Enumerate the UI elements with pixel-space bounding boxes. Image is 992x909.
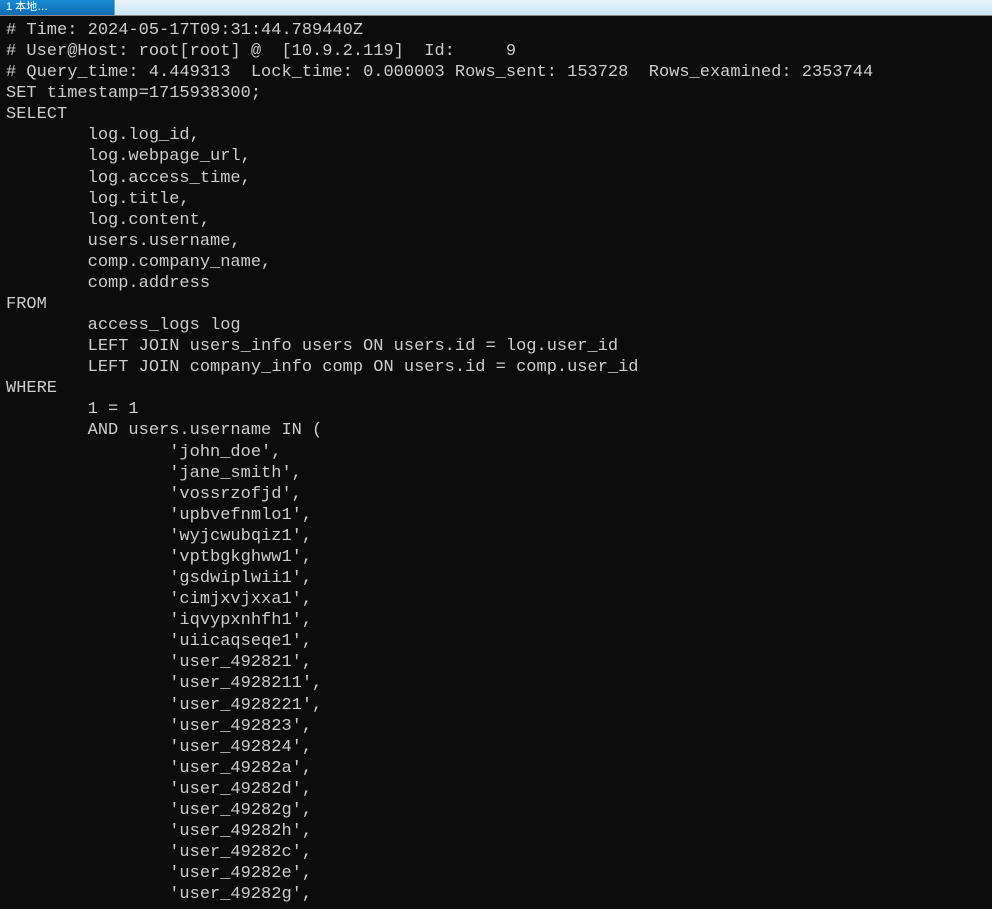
- sql-col: comp.company_name,: [6, 253, 271, 272]
- log-rows-examined-label: Rows_examined:: [628, 63, 801, 82]
- sql-where-line: 'user_49282a',: [6, 759, 312, 778]
- sql-col: log.access_time,: [6, 169, 251, 188]
- sql-where-line: 'user_492823',: [6, 717, 312, 736]
- sql-from-line: access_logs log: [6, 316, 241, 335]
- sql-where-line: 'user_4928211',: [6, 674, 322, 693]
- tab-label: 1 本地…: [6, 1, 48, 15]
- sql-from-line: LEFT JOIN users_info users ON users.id =…: [6, 337, 618, 356]
- log-query-time: 4.449313: [149, 63, 231, 82]
- tab-local[interactable]: 1 本地…: [0, 0, 114, 15]
- sql-where-line: 'user_492824',: [6, 738, 312, 757]
- sql-where-line: 'user_4928221',: [6, 696, 322, 715]
- sql-where-line: 1 = 1: [6, 400, 139, 419]
- sql-where-line: 'gsdwiplwii1',: [6, 569, 312, 588]
- sql-col: log.content,: [6, 211, 210, 230]
- sql-where-line: 'user_49282c',: [6, 843, 312, 862]
- sql-where-line: 'cimjxvjxxa1',: [6, 590, 312, 609]
- sql-col: comp.address: [6, 274, 210, 293]
- sql-where-line: 'user_49282h',: [6, 822, 312, 841]
- title-bar-blank: [114, 0, 992, 15]
- sql-where-line: 'wyjcwubqiz1',: [6, 527, 312, 546]
- sql-where-line: 'upbvefnmlo1',: [6, 506, 312, 525]
- title-bar: 1 本地…: [0, 0, 992, 16]
- sql-where-line: AND users.username IN (: [6, 421, 322, 440]
- sql-where-line: 'user_49282e',: [6, 864, 312, 883]
- sql-where-kw: WHERE: [6, 379, 57, 398]
- log-time-prefix: # Time:: [6, 21, 88, 40]
- log-userhost-value: root[root] @ [10.9.2.119] Id: 9: [139, 42, 516, 61]
- sql-where-line: 'user_49282d',: [6, 780, 312, 799]
- log-rows-sent-label: Rows_sent:: [445, 63, 567, 82]
- log-rows-examined: 2353744: [802, 63, 873, 82]
- sql-where-line: 'iqvypxnhfh1',: [6, 611, 312, 630]
- sql-from-line: LEFT JOIN company_info comp ON users.id …: [6, 358, 639, 377]
- sql-where-line: 'john_doe',: [6, 443, 281, 462]
- sql-col: log.title,: [6, 190, 190, 209]
- sql-from-kw: FROM: [6, 295, 47, 314]
- sql-col: users.username,: [6, 232, 241, 251]
- sql-col: log.log_id,: [6, 126, 200, 145]
- sql-where-line: 'jane_smith',: [6, 464, 302, 483]
- log-lock-label: Lock_time:: [230, 63, 363, 82]
- sql-where-line: 'user_49282g',: [6, 885, 312, 904]
- sql-where-line: 'uiicaqseqe1',: [6, 632, 312, 651]
- sql-col: log.webpage_url,: [6, 147, 251, 166]
- log-userhost-prefix: # User@Host:: [6, 42, 139, 61]
- sql-where-line: 'vptbgkghww1',: [6, 548, 312, 567]
- sql-where-line: 'vossrzofjd',: [6, 485, 302, 504]
- sql-where-line: 'user_492821',: [6, 653, 312, 672]
- sql-where-line: 'user_49282g',: [6, 801, 312, 820]
- log-query-prefix: # Query_time:: [6, 63, 149, 82]
- sql-set-stmt: SET timestamp=1715938300;: [6, 84, 261, 103]
- log-rows-sent: 153728: [567, 63, 628, 82]
- log-lock-time: 0.000003: [363, 63, 445, 82]
- terminal-output[interactable]: # Time: 2024-05-17T09:31:44.789440Z # Us…: [0, 16, 992, 905]
- sql-select-kw: SELECT: [6, 105, 67, 124]
- log-time-value: 2024-05-17T09:31:44.789440Z: [88, 21, 363, 40]
